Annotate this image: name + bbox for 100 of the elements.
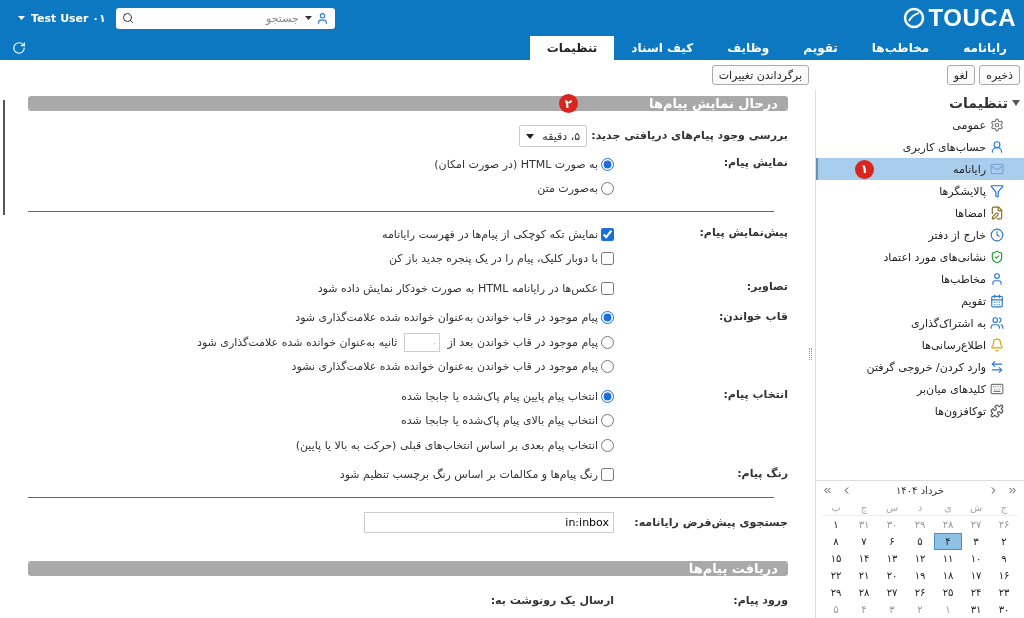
calendar-day[interactable]: ۱۱ — [934, 550, 962, 567]
calendar-day[interactable]: ۷ — [850, 533, 878, 550]
checkbox[interactable] — [601, 281, 614, 295]
nav-tab[interactable]: مخاطب‌ها — [854, 36, 947, 60]
sidebar-item[interactable]: وارد کردن/ خروجی گرفتن — [816, 356, 1024, 378]
calendar-day[interactable]: ۶ — [878, 533, 906, 550]
calendar-day[interactable]: ۱۰ — [962, 550, 990, 567]
calendar-day[interactable]: ۱۶ — [990, 567, 1018, 584]
checkbox[interactable] — [601, 227, 614, 241]
sidebar-item[interactable]: حساب‌های کاربری — [816, 136, 1024, 158]
radio-button[interactable] — [601, 389, 614, 403]
sidebar-item[interactable]: تقویم — [816, 290, 1024, 312]
sidebar-item[interactable]: اطلاع‌رسانی‌ها — [816, 334, 1024, 356]
calendar-day[interactable]: ۲۰ — [878, 567, 906, 584]
keyboard-icon — [990, 382, 1004, 396]
option-label: نمایش تکه کوچکی از پیام‌ها در فهرست رایانامه — [382, 227, 598, 241]
radio-button[interactable] — [601, 414, 614, 428]
calendar-title: خرداد ۱۴۰۴ — [896, 484, 945, 496]
sidebar-item[interactable]: کلیدهای میان‌بر — [816, 378, 1024, 400]
checkbox[interactable] — [601, 468, 614, 482]
step-badge: ۲ — [559, 94, 578, 113]
nav-tab[interactable]: تنظیمات — [529, 36, 615, 60]
sidebar-item[interactable]: پالایشگرها — [816, 180, 1024, 202]
option-label: به‌صورت متن — [537, 182, 598, 196]
toolbar-button[interactable]: لغو — [946, 65, 976, 85]
calendar-day[interactable]: ۱۲ — [906, 550, 934, 567]
splitter-handle[interactable] — [809, 348, 812, 360]
checkbox[interactable] — [601, 252, 614, 266]
calendar-day[interactable]: ۲۷ — [878, 584, 906, 601]
calendar-day[interactable]: ۳ — [962, 533, 990, 550]
weekday-label: ج — [990, 499, 1018, 516]
nav-tab[interactable]: رایانامه — [946, 36, 1024, 60]
refresh-icon[interactable] — [12, 41, 26, 55]
calendar-day[interactable]: ۲۵ — [934, 584, 962, 601]
nav-tab[interactable]: کیف اسناد — [614, 36, 711, 60]
calendar-day[interactable]: ۱۴ — [850, 550, 878, 567]
calendar-day[interactable]: ۸ — [822, 533, 850, 550]
section-title: دریافت پیام‌ها — [688, 561, 778, 576]
calendar-day[interactable]: ۵ — [906, 533, 934, 550]
interval-dropdown[interactable]: ۵، دقیقه — [519, 125, 588, 147]
calendar-day[interactable]: ۲۲ — [822, 567, 850, 584]
radio-button[interactable] — [601, 360, 614, 374]
calendar-day[interactable]: ۱۵ — [822, 550, 850, 567]
expand-caret-icon[interactable] — [1012, 100, 1020, 106]
seconds-field[interactable]: ۰ — [404, 332, 441, 352]
toolbar-button[interactable]: ذخیره — [979, 65, 1020, 85]
calendar-day[interactable]: ۲۶ — [906, 584, 934, 601]
option-label: عکس‌ها در رایانامه HTML به صورت خودکار نمایش داده شود — [317, 281, 598, 295]
calendar-day[interactable]: ۲۹ — [822, 584, 850, 601]
bell-icon — [990, 338, 1004, 352]
nav-tab[interactable]: تقویم — [786, 36, 855, 60]
field-label: رنگ پیام: — [736, 465, 788, 482]
calendar-day[interactable]: ۱۸ — [934, 567, 962, 584]
sidebar-item[interactable]: به اشتراک‌گذاری — [816, 312, 1024, 334]
calendar-day[interactable]: ۳۱ — [962, 601, 990, 618]
calendar-day[interactable]: ۲۸ — [850, 584, 878, 601]
revert-button[interactable]: برگرداندن تغییرات — [711, 65, 809, 85]
sidebar-item[interactable]: رایانامه ۱ — [816, 158, 1024, 180]
calendar-day[interactable]: ۳۰ — [990, 601, 1018, 618]
sidebar-item[interactable]: مخاطب‌ها — [816, 268, 1024, 290]
calendar-day[interactable]: ۲۴ — [962, 584, 990, 601]
sidebar-item[interactable]: امضاها — [816, 202, 1024, 224]
nav-tab[interactable]: وظایف — [710, 36, 787, 60]
person-icon[interactable] — [315, 11, 329, 25]
section-title: درحال نمایش پیام‌ها — [649, 96, 778, 111]
option-label: انتخاب پیام بالای پیام پاک‌شده یا جابجا شده — [401, 414, 598, 428]
search-box[interactable]: جستجو — [115, 7, 335, 29]
search-icon[interactable] — [121, 12, 134, 24]
calendar-day[interactable]: ۲۳ — [990, 584, 1018, 601]
search-field[interactable]: جستجو — [137, 10, 301, 26]
calendar-day[interactable]: ۱ — [822, 516, 850, 533]
scrollbar-thumb[interactable] — [3, 100, 5, 215]
user-menu[interactable]: Test User ۰۱ — [31, 11, 106, 25]
user-icon — [990, 140, 1004, 154]
option-label: ثانیه به‌عنوان خوانده شده علامت‌گذاری شود — [197, 335, 398, 349]
calendar-day[interactable]: ۱۷ — [962, 567, 990, 584]
field-label: بررسی وجود پیام‌های دریافتی جدید: — [590, 128, 788, 144]
calendar-day[interactable]: ۱۹ — [906, 567, 934, 584]
radio-button[interactable] — [601, 157, 614, 171]
calendar-day[interactable]: ۱۳ — [878, 550, 906, 567]
calendar-day[interactable]: ۲ — [990, 533, 1018, 550]
radio-button[interactable] — [601, 182, 614, 196]
sidebar-item[interactable]: عمومی — [816, 114, 1024, 136]
calendar-day[interactable]: ۴ — [934, 533, 962, 550]
calendar-day[interactable]: ۲۱ — [850, 567, 878, 584]
radio-button[interactable] — [601, 438, 614, 452]
sidebar-item[interactable]: نشانی‌های مورد اعتماد — [816, 246, 1024, 268]
arrows-icon — [990, 360, 1004, 374]
field-label: نمایش پیام: — [722, 155, 788, 171]
sidebar-item[interactable]: توکافزون‌ها — [816, 400, 1024, 422]
radio-button[interactable] — [601, 335, 614, 349]
radio-button[interactable] — [601, 311, 614, 325]
option-label: انتخاب پیام پایین پیام پاک‌شده یا جابجا شده — [401, 389, 598, 403]
calendar-day[interactable]: ۹ — [990, 550, 1018, 567]
option-label: پیام موجود در قاب خواندن به‌عنوان خوانده شده علامت‌گذاری نشود — [291, 360, 598, 374]
search-field[interactable]: in:inbox — [364, 512, 614, 533]
sidebar-item[interactable]: خارج از دفتر — [816, 224, 1024, 246]
field-label: پیش‌نمایش پیام: — [698, 225, 788, 241]
weekday-label: د — [906, 499, 934, 516]
caret-icon[interactable] — [304, 16, 312, 20]
